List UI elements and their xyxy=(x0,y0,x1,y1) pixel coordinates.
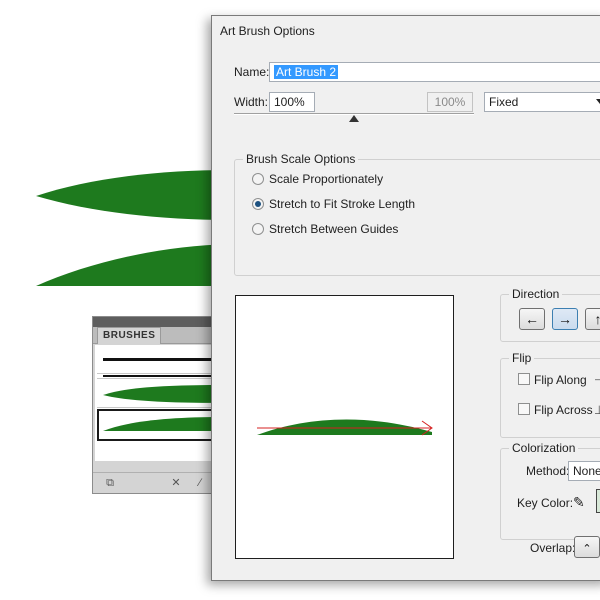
leaf-shape-bottom xyxy=(36,244,230,286)
flip-along-label[interactable]: Flip Along xyxy=(534,373,587,387)
chevron-down-icon xyxy=(596,99,600,104)
leaf-shape-top xyxy=(36,170,230,220)
stretch-to-fit-radio[interactable] xyxy=(252,198,264,210)
width-label: Width: xyxy=(234,95,269,109)
method-dropdown[interactable]: None xyxy=(568,461,600,481)
flip-group: Flip Flip Along ⊣ Flip Across ⊥ xyxy=(500,351,600,438)
left-arrow-icon: ← xyxy=(525,311,539,327)
width-max-input: 100% xyxy=(427,92,473,112)
key-color-swatch[interactable] xyxy=(596,489,600,513)
overlap-adjust-button[interactable]: ⌃ xyxy=(574,536,600,558)
method-value: None xyxy=(573,464,600,478)
brush-stroke-preview xyxy=(103,358,221,361)
preview-leaf-shape xyxy=(257,419,432,435)
tab-brushes[interactable]: BRUSHES xyxy=(97,327,162,344)
panel-footer: ⧉ ✕ ∕ xyxy=(93,472,221,493)
flip-title: Flip xyxy=(509,351,535,365)
brush-item-leaf-selected[interactable] xyxy=(97,409,223,441)
overlap-corner-icon: ⌃ xyxy=(582,543,592,555)
flip-along-checkbox[interactable] xyxy=(518,373,530,385)
direction-group: Direction ← → ↑ xyxy=(500,287,600,342)
brush-libraries-icon[interactable]: ⧉ xyxy=(103,476,117,490)
up-arrow-icon: ↑ xyxy=(594,311,600,327)
flip-across-checkbox[interactable] xyxy=(518,403,530,415)
name-input[interactable]: Art Brush 2 xyxy=(269,62,600,82)
width-mode-dropdown[interactable]: Fixed xyxy=(484,92,600,112)
brush-stroke-preview xyxy=(103,375,221,377)
eyedropper-icon[interactable]: ✎ xyxy=(573,494,585,511)
preview-canvas xyxy=(257,419,433,436)
colorization-group: Colorization Method: None Key Color: ✎ xyxy=(500,441,600,540)
brush-leaf-preview xyxy=(103,417,223,431)
width-mode-value: Fixed xyxy=(489,95,519,109)
stretch-between-guides-label[interactable]: Stretch Between Guides xyxy=(269,222,398,236)
overlap-label: Overlap: xyxy=(530,541,576,555)
brush-scale-options-group: Brush Scale Options Scale Proportionatel… xyxy=(234,152,600,276)
flip-across-label[interactable]: Flip Across xyxy=(534,403,593,417)
scale-proportionately-radio[interactable] xyxy=(252,173,264,185)
stretch-to-fit-label[interactable]: Stretch to Fit Stroke Length xyxy=(269,197,415,211)
brushes-panel: BRUSHES ⧉ ✕ ∕ xyxy=(92,316,225,494)
remove-stroke-icon[interactable]: ✕ xyxy=(169,476,183,490)
direction-right-button[interactable]: → xyxy=(552,308,578,330)
brush-item-leaf[interactable] xyxy=(97,379,225,408)
name-input-value: Art Brush 2 xyxy=(274,65,339,79)
colorization-title: Colorization xyxy=(509,441,579,455)
dialog-title: Art Brush Options xyxy=(220,24,315,38)
right-arrow-icon: → xyxy=(558,311,572,327)
brush-item-basic[interactable] xyxy=(97,345,221,374)
width-slider-thumb[interactable] xyxy=(349,115,359,122)
method-label: Method: xyxy=(526,464,570,478)
scale-proportionately-label[interactable]: Scale Proportionately xyxy=(269,172,383,186)
brush-options-icon[interactable]: ∕ xyxy=(193,476,207,490)
name-label: Name: xyxy=(234,65,270,79)
panel-tab-row: BRUSHES xyxy=(93,327,221,344)
flip-along-icon: ⊣ xyxy=(594,373,600,387)
brush-preview xyxy=(235,295,454,559)
brush-list xyxy=(95,345,225,461)
panel-titlebar[interactable] xyxy=(93,317,221,327)
stretch-between-guides-radio[interactable] xyxy=(252,223,264,235)
art-brush-options-dialog: Art Brush Options Name: Art Brush 2 Widt… xyxy=(211,15,600,581)
key-color-label: Key Color: xyxy=(517,496,574,510)
brush-scale-options-title: Brush Scale Options xyxy=(243,152,359,166)
direction-left-button[interactable]: ← xyxy=(519,308,545,330)
direction-title: Direction xyxy=(509,287,563,301)
flip-across-icon: ⊥ xyxy=(594,403,600,417)
width-input[interactable]: 100% xyxy=(269,92,315,112)
direction-up-button[interactable]: ↑ xyxy=(585,308,600,330)
brush-leaf-preview xyxy=(103,385,225,403)
